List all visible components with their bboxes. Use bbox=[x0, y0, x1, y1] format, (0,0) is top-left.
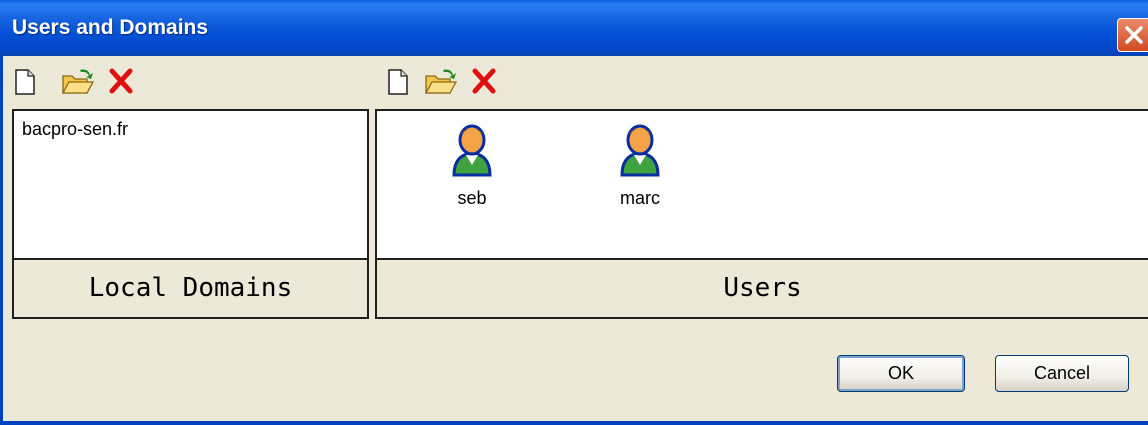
domains-pane-label: Local Domains bbox=[12, 258, 369, 319]
close-icon bbox=[1125, 26, 1143, 44]
window-title: Users and Domains bbox=[12, 16, 209, 39]
new-icon bbox=[15, 69, 35, 95]
user-icon bbox=[620, 124, 660, 177]
new-domain-button[interactable] bbox=[12, 66, 38, 96]
close-button[interactable] bbox=[1117, 18, 1148, 52]
domains-list[interactable]: bacpro-sen.fr bbox=[12, 109, 369, 260]
open-user-button[interactable] bbox=[423, 66, 459, 96]
new-user-button[interactable] bbox=[385, 66, 411, 96]
user-item[interactable]: seb bbox=[432, 121, 512, 209]
user-name: marc bbox=[620, 188, 660, 208]
window-border-bottom bbox=[0, 421, 1148, 425]
users-pane-label: Users bbox=[375, 258, 1148, 319]
domain-item[interactable]: bacpro-sen.fr bbox=[22, 119, 128, 140]
delete-icon bbox=[472, 68, 496, 94]
domains-toolbar bbox=[12, 66, 142, 98]
delete-user-button[interactable] bbox=[471, 66, 497, 96]
title-bar[interactable]: Users and Domains bbox=[0, 0, 1148, 56]
user-icon bbox=[452, 124, 492, 177]
open-domain-button[interactable] bbox=[60, 66, 96, 96]
users-list[interactable]: seb marc bbox=[375, 109, 1148, 260]
users-and-domains-dialog: Users and Domains bacpro-sen.fr Local Do… bbox=[0, 0, 1148, 425]
delete-domain-button[interactable] bbox=[108, 66, 134, 96]
open-folder-icon bbox=[424, 69, 458, 94]
user-name: seb bbox=[457, 188, 487, 208]
cancel-button[interactable]: Cancel bbox=[995, 355, 1129, 392]
delete-icon bbox=[109, 68, 133, 94]
ok-button[interactable]: OK bbox=[837, 355, 965, 392]
user-item[interactable]: marc bbox=[600, 121, 680, 209]
users-toolbar bbox=[385, 66, 515, 98]
new-icon bbox=[388, 69, 408, 95]
open-folder-icon bbox=[61, 69, 95, 94]
window-border-left bbox=[0, 56, 3, 425]
